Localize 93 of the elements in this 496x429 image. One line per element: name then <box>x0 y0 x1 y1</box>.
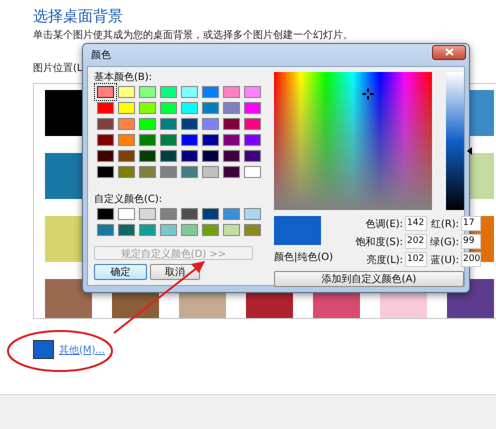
color-swatch[interactable] <box>160 150 177 162</box>
crosshair-icon[interactable] <box>362 88 374 100</box>
color-swatch[interactable] <box>118 208 135 220</box>
field-label: 蓝(U): <box>430 254 460 266</box>
picture-location-label: 图片位置(L <box>33 62 82 75</box>
color-swatch[interactable] <box>202 208 219 220</box>
color-swatch[interactable] <box>181 166 198 178</box>
color-swatch[interactable] <box>139 224 156 236</box>
field-label: 饱和度(S): <box>354 236 404 248</box>
field-label: 红(R): <box>430 218 460 230</box>
color-swatch[interactable] <box>97 86 114 98</box>
color-swatch[interactable] <box>45 279 92 318</box>
ok-button[interactable]: 确定 <box>94 264 147 280</box>
color-swatch[interactable] <box>181 134 198 146</box>
color-swatch[interactable] <box>118 118 135 130</box>
color-swatch[interactable] <box>181 224 198 236</box>
color-swatch[interactable] <box>97 118 114 130</box>
color-swatch[interactable] <box>223 118 240 130</box>
page-description: 单击某个图片使其成为您的桌面背景，或选择多个图片创建一个幻灯片。 <box>33 29 353 42</box>
color-swatch[interactable] <box>223 134 240 146</box>
color-swatch[interactable] <box>202 224 219 236</box>
color-swatch[interactable] <box>223 166 240 178</box>
color-swatch[interactable] <box>139 166 156 178</box>
color-swatch[interactable] <box>181 118 198 130</box>
close-icon <box>444 48 454 56</box>
color-solid-label: 颜色|纯色(O) <box>274 251 334 264</box>
add-to-custom-colors-button[interactable]: 添加到自定义颜色(A) <box>274 271 464 287</box>
color-swatch[interactable] <box>118 150 135 162</box>
input-field[interactable]: 17 <box>461 216 482 231</box>
color-swatch[interactable] <box>223 86 240 98</box>
input-field[interactable]: 200 <box>461 252 482 267</box>
other-colors-link[interactable]: 其他(M)... <box>59 342 105 356</box>
color-swatch[interactable] <box>139 102 156 114</box>
color-swatch[interactable] <box>160 118 177 130</box>
color-spectrum[interactable] <box>274 72 432 210</box>
field-label: 色调(E): <box>364 218 404 230</box>
input-field[interactable]: 202 <box>405 234 428 249</box>
page-title: 选择桌面背景 <box>32 6 124 26</box>
input-field[interactable]: 99 <box>461 234 482 249</box>
color-swatch[interactable] <box>160 224 177 236</box>
color-swatch[interactable] <box>118 134 135 146</box>
color-swatch[interactable] <box>139 150 156 162</box>
color-swatch[interactable] <box>244 166 261 178</box>
color-swatch[interactable] <box>160 208 177 220</box>
input-field[interactable]: 102 <box>405 252 428 267</box>
color-swatch[interactable] <box>160 102 177 114</box>
color-swatch[interactable] <box>223 150 240 162</box>
custom-colors-label: 自定义颜色(C): <box>94 193 164 206</box>
color-swatch[interactable] <box>118 224 135 236</box>
color-swatch[interactable] <box>244 134 261 146</box>
field-label: 绿(G): <box>429 236 460 248</box>
color-swatch[interactable] <box>181 208 198 220</box>
color-swatch[interactable] <box>244 86 261 98</box>
basic-colors-label: 基本颜色(B): <box>94 71 154 84</box>
color-swatch[interactable] <box>244 208 261 220</box>
color-swatch[interactable] <box>97 208 114 220</box>
color-swatch[interactable] <box>160 134 177 146</box>
color-swatch[interactable] <box>223 224 240 236</box>
color-swatch[interactable] <box>160 166 177 178</box>
color-swatch[interactable] <box>202 86 219 98</box>
color-swatch[interactable] <box>223 208 240 220</box>
color-swatch[interactable] <box>244 150 261 162</box>
close-button[interactable] <box>432 44 466 60</box>
color-swatch[interactable] <box>202 166 219 178</box>
color-swatch[interactable] <box>97 166 114 178</box>
input-field[interactable]: 142 <box>405 216 428 231</box>
field-label: 亮度(L): <box>365 254 404 266</box>
color-swatch[interactable] <box>118 102 135 114</box>
color-swatch[interactable] <box>181 150 198 162</box>
luminance-bar[interactable] <box>446 72 464 210</box>
color-swatch[interactable] <box>118 166 135 178</box>
color-swatch[interactable] <box>139 134 156 146</box>
color-swatch[interactable] <box>181 102 198 114</box>
color-swatch[interactable] <box>202 102 219 114</box>
dialog-title: 颜色 <box>91 48 111 62</box>
color-swatch[interactable] <box>244 224 261 236</box>
color-swatch[interactable] <box>97 134 114 146</box>
color-swatch[interactable] <box>202 150 219 162</box>
color-swatch[interactable] <box>202 134 219 146</box>
color-swatch[interactable] <box>139 118 156 130</box>
color-swatch[interactable] <box>244 118 261 130</box>
color-swatch[interactable] <box>244 102 261 114</box>
color-swatch[interactable] <box>160 86 177 98</box>
color-swatch[interactable] <box>181 86 198 98</box>
color-swatch[interactable] <box>97 102 114 114</box>
cancel-button[interactable]: 取消 <box>150 264 200 280</box>
color-swatch[interactable] <box>97 224 114 236</box>
color-swatch[interactable] <box>139 208 156 220</box>
color-swatch[interactable] <box>223 102 240 114</box>
color-swatch[interactable] <box>202 118 219 130</box>
color-swatch[interactable] <box>139 86 156 98</box>
color-swatch[interactable] <box>97 150 114 162</box>
color-swatch[interactable] <box>118 86 135 98</box>
